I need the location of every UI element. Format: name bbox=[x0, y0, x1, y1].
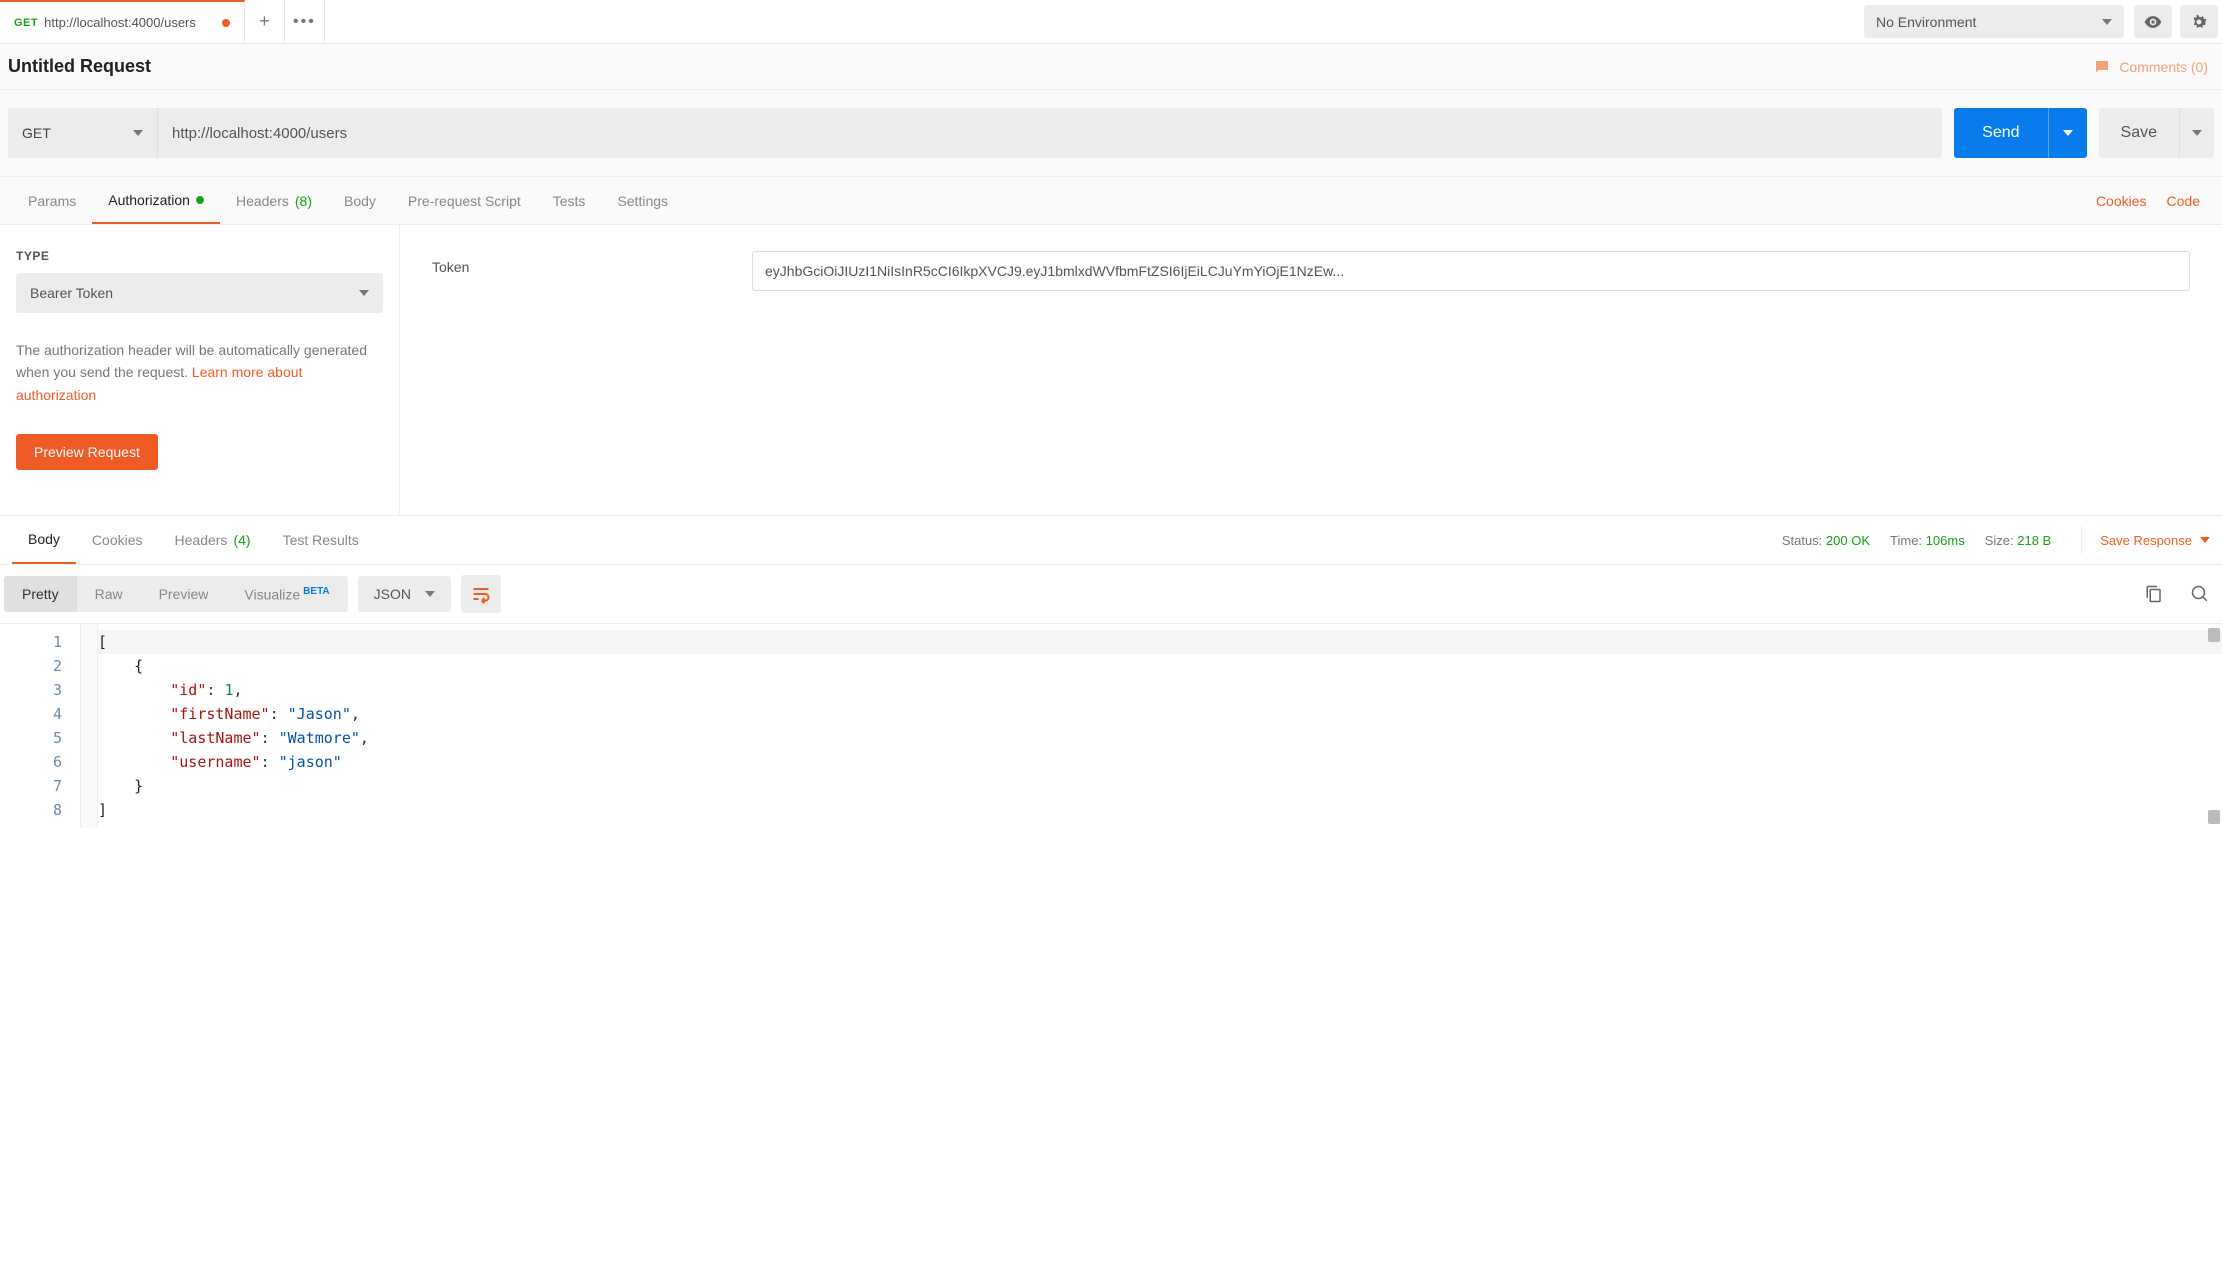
chevron-down-icon bbox=[2063, 130, 2073, 136]
preview-request-button[interactable]: Preview Request bbox=[16, 434, 158, 470]
save-button[interactable]: Save bbox=[2099, 108, 2214, 158]
auth-left: TYPE Bearer Token The authorization head… bbox=[0, 225, 400, 515]
token-label: Token bbox=[432, 251, 712, 275]
status-size: 218 B bbox=[2017, 533, 2051, 548]
environment-label: No Environment bbox=[1876, 14, 1976, 30]
resp-tab-body[interactable]: Body bbox=[12, 516, 76, 564]
auth-type-label: TYPE bbox=[16, 249, 383, 263]
request-title[interactable]: Untitled Request bbox=[8, 56, 151, 77]
request-tab[interactable]: GET http://localhost:4000/users bbox=[0, 0, 245, 43]
auth-type-select[interactable]: Bearer Token bbox=[16, 273, 383, 313]
scroll-handle[interactable] bbox=[2208, 810, 2220, 824]
comments-button[interactable]: Comments (0) bbox=[2093, 58, 2208, 76]
code-source[interactable]: [ { "id": 1, "firstName": "Jason", "last… bbox=[98, 624, 2222, 828]
chevron-down-icon bbox=[359, 290, 369, 296]
line-gutter: 1 2 3 4 5 6 7 8 bbox=[0, 624, 80, 828]
tab-authorization[interactable]: Authorization bbox=[92, 177, 220, 224]
fold-bar[interactable] bbox=[80, 624, 98, 828]
settings-button[interactable] bbox=[2180, 5, 2218, 38]
cookies-link[interactable]: Cookies bbox=[2086, 193, 2157, 209]
response-viewrow: Pretty Raw Preview VisualizeBETA JSON bbox=[0, 565, 2222, 623]
view-preview[interactable]: Preview bbox=[141, 576, 227, 613]
eye-icon bbox=[2143, 12, 2163, 32]
auth-type-value: Bearer Token bbox=[30, 285, 113, 301]
tab-params[interactable]: Params bbox=[12, 177, 92, 224]
search-icon bbox=[2191, 585, 2209, 603]
status-time: 106ms bbox=[1926, 533, 1965, 548]
authorization-panel: TYPE Bearer Token The authorization head… bbox=[0, 225, 2222, 515]
view-mode-segment: Pretty Raw Preview VisualizeBETA bbox=[4, 576, 348, 613]
http-method-select[interactable]: GET bbox=[8, 108, 158, 158]
active-dot-icon bbox=[196, 196, 204, 204]
save-dropdown[interactable] bbox=[2179, 108, 2214, 158]
comments-label: Comments (0) bbox=[2119, 59, 2208, 75]
tab-headers[interactable]: Headers (8) bbox=[220, 177, 328, 224]
search-response-button[interactable] bbox=[2182, 576, 2218, 612]
view-raw[interactable]: Raw bbox=[77, 576, 141, 613]
code-link[interactable]: Code bbox=[2157, 193, 2210, 209]
request-title-bar: Untitled Request Comments (0) bbox=[0, 44, 2222, 90]
gear-icon bbox=[2189, 12, 2209, 32]
request-tabs: Params Authorization Headers (8) Body Pr… bbox=[0, 177, 2222, 225]
response-tabs: Body Cookies Headers (4) Test Results St… bbox=[0, 515, 2222, 565]
resp-tab-cookies[interactable]: Cookies bbox=[76, 516, 159, 564]
auth-right: Token eyJhbGciOiJIUzI1NiIsInR5cCI6IkpXVC… bbox=[400, 225, 2222, 515]
environment-select[interactable]: No Environment bbox=[1864, 5, 2124, 38]
save-response-button[interactable]: Save Response bbox=[2081, 526, 2210, 554]
wrap-icon bbox=[471, 584, 491, 604]
request-row: GET Send Save bbox=[0, 90, 2222, 177]
resp-tab-test-results[interactable]: Test Results bbox=[267, 516, 375, 564]
comment-icon bbox=[2093, 58, 2111, 76]
tab-prerequest[interactable]: Pre-request Script bbox=[392, 177, 537, 224]
chevron-down-icon bbox=[133, 130, 143, 136]
chevron-down-icon bbox=[2192, 130, 2202, 136]
url-input[interactable] bbox=[158, 108, 1942, 158]
tab-title: http://localhost:4000/users bbox=[44, 15, 196, 30]
chevron-down-icon bbox=[2102, 19, 2112, 25]
wrap-button[interactable] bbox=[461, 575, 501, 613]
send-dropdown[interactable] bbox=[2048, 108, 2087, 158]
view-visualize[interactable]: VisualizeBETA bbox=[226, 576, 347, 613]
copy-button[interactable] bbox=[2136, 576, 2172, 612]
unsaved-dot-icon bbox=[222, 19, 230, 27]
view-pretty[interactable]: Pretty bbox=[4, 576, 77, 613]
send-label: Send bbox=[1954, 124, 2047, 142]
tab-method: GET bbox=[14, 17, 38, 29]
response-body: 1 2 3 4 5 6 7 8 [ { "id": 1, "firstName"… bbox=[0, 623, 2222, 828]
token-input[interactable]: eyJhbGciOiJIUzI1NiIsInR5cCI6IkpXVCJ9.eyJ… bbox=[752, 251, 2190, 291]
resp-tab-headers[interactable]: Headers (4) bbox=[159, 516, 267, 564]
environment-quicklook-button[interactable] bbox=[2134, 5, 2172, 38]
response-status: Status: 200 OK Time: 106ms Size: 218 B S… bbox=[375, 526, 2210, 554]
chevron-down-icon bbox=[425, 591, 435, 597]
copy-icon bbox=[2145, 585, 2163, 603]
tab-body[interactable]: Body bbox=[328, 177, 392, 224]
http-method-label: GET bbox=[22, 125, 51, 141]
save-label: Save bbox=[2099, 124, 2179, 142]
auth-description: The authorization header will be automat… bbox=[16, 339, 383, 406]
language-select[interactable]: JSON bbox=[358, 576, 451, 612]
chevron-down-icon bbox=[2200, 537, 2210, 543]
scroll-handle[interactable] bbox=[2208, 628, 2220, 642]
window-tabs: GET http://localhost:4000/users + ••• No… bbox=[0, 0, 2222, 44]
tab-settings[interactable]: Settings bbox=[601, 177, 684, 224]
tab-tests[interactable]: Tests bbox=[537, 177, 602, 224]
send-button[interactable]: Send bbox=[1954, 108, 2086, 158]
tab-more-button[interactable]: ••• bbox=[285, 0, 325, 43]
status-code: 200 OK bbox=[1826, 533, 1870, 548]
new-tab-button[interactable]: + bbox=[245, 0, 285, 43]
